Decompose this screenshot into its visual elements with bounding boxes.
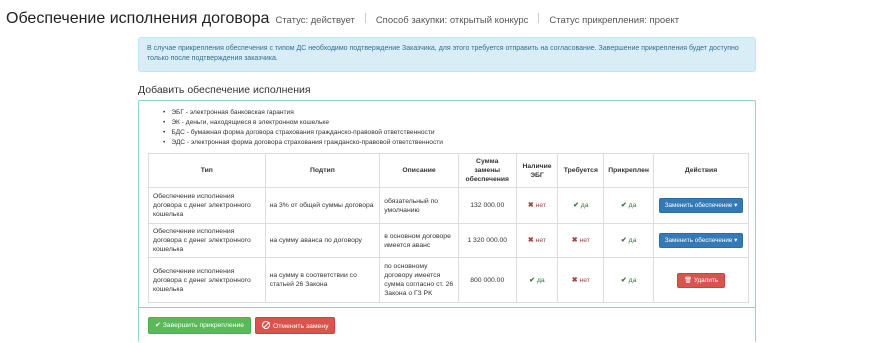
column-header-required: Требуется — [557, 153, 605, 188]
cell-attached: ✔ да — [603, 187, 655, 224]
table-row: Обеспечение исполнения договора с денег … — [148, 187, 749, 224]
replace-security-dropdown-button[interactable]: Заменить обеспечение ▾ — [658, 198, 744, 213]
table-row: Обеспечение исполнения договора с денег … — [148, 223, 749, 258]
cell-ebg: ✖ нет — [515, 187, 559, 224]
cell-type: Обеспечение исполнения договора с денег … — [148, 223, 266, 258]
column-header-amount: Сумма замены обеспечения — [457, 153, 517, 188]
cell-subtype: на сумму в соответствии со статьей 26 За… — [264, 257, 381, 303]
check-icon: ✔ — [620, 237, 627, 244]
column-header-type: Тип — [148, 153, 266, 188]
flag-label: да — [628, 276, 637, 284]
security-table: Тип Подтип Описание Сумма замены обеспеч… — [148, 153, 749, 303]
cell-ebg: ✔ да — [515, 257, 559, 303]
add-security-panel: ЭБГ - электронная банковская гарантия ЭК… — [138, 100, 756, 342]
cell-attached: ✔ да — [603, 257, 655, 303]
legend-item: ЭДС - электронная форма договора страхов… — [163, 138, 443, 148]
page-header: Обеспечение исполнения договора Статус: … — [6, 10, 679, 28]
times-icon: ✖ — [571, 276, 578, 284]
complete-attachment-button[interactable]: ✔ Завершить прикрепление — [148, 317, 252, 334]
replace-security-dropdown-button[interactable]: Заменить обеспечение ▾ — [658, 233, 744, 248]
trash-icon: 🗑 — [683, 276, 692, 284]
cell-required: ✔ да — [557, 187, 605, 224]
cell-description: обязательный по умолчанию — [379, 187, 459, 224]
cell-type: Обеспечение исполнения договора с денег … — [148, 257, 266, 303]
status-text: Статус: действует — [275, 15, 355, 26]
cell-subtype: на 3% от общей суммы договора — [264, 187, 381, 224]
cell-description: по основному договору имеется сумма согл… — [379, 257, 459, 303]
cancel-replacement-button[interactable]: Отменить замену — [255, 317, 336, 334]
cell-type: Обеспечение исполнения договора с денег … — [148, 187, 266, 224]
section-title: Добавить обеспечение исполнения — [138, 84, 311, 96]
legend-item: ЭК - деньги, находящиеся в электронном к… — [163, 118, 443, 128]
cell-subtype: на сумму аванса по договору — [264, 223, 381, 258]
cell-amount: 800 000.00 — [457, 257, 517, 303]
check-icon: ✔ — [620, 276, 627, 284]
cell-actions: Заменить обеспечение ▾ — [653, 223, 749, 258]
check-icon: ✔ — [620, 202, 627, 209]
cell-amount: 1 320 000.00 — [457, 223, 517, 258]
flag-label: нет — [535, 237, 547, 244]
info-alert: В случае прикрепления обеспечения с типо… — [138, 37, 756, 72]
check-icon: ✔ — [155, 322, 161, 329]
legend-item: БДС - бумажная форма договора страховани… — [163, 128, 443, 138]
check-icon: ✔ — [529, 276, 535, 284]
cell-description: в основном договоре имеется аванс — [379, 223, 459, 258]
cell-actions: 🗑 Удалить — [653, 257, 749, 303]
column-header-subtype: Подтип — [264, 153, 381, 188]
form-actions: ✔ Завершить прикрепление Отменить замену — [148, 317, 336, 334]
flag-label: нет — [579, 276, 590, 284]
divider — [538, 13, 540, 23]
delete-button-label: Удалить — [693, 276, 719, 284]
flag-label: да — [628, 237, 637, 244]
column-header-ebg: Наличие ЭБГ — [515, 153, 559, 188]
flag-label: да — [536, 276, 545, 284]
complete-attachment-label: Завершить прикрепление — [162, 322, 245, 329]
cell-amount: 132 000.00 — [457, 187, 517, 224]
cell-attached: ✔ да — [603, 223, 655, 258]
attachment-status-text: Статус прикрепления: проект — [549, 15, 680, 26]
flag-label: нет — [579, 237, 590, 244]
flag-label: да — [628, 202, 637, 209]
check-icon: ✔ — [573, 202, 579, 209]
purchase-method-text: Способ закупки: открытый конкурс — [375, 15, 529, 26]
column-header-description: Описание — [379, 153, 459, 188]
delete-button[interactable]: 🗑 Удалить — [676, 272, 726, 288]
column-header-actions: Действия — [653, 153, 749, 188]
cancel-replacement-label: Отменить замену — [273, 323, 329, 330]
table-row: Обеспечение исполнения договора с денег … — [148, 257, 749, 303]
divider — [364, 13, 366, 23]
legend-item: ЭБГ - электронная банковская гарантия — [163, 108, 443, 118]
legend-list: ЭБГ - электронная банковская гарантия ЭК… — [163, 108, 443, 148]
cell-ebg: ✖ нет — [515, 223, 559, 258]
table-header-row: Тип Подтип Описание Сумма замены обеспеч… — [148, 153, 749, 188]
cell-required: ✖ нет — [557, 223, 605, 258]
times-icon: ✖ — [527, 202, 534, 209]
cell-required: ✖ нет — [557, 257, 605, 303]
column-header-attached: Прикреплен — [603, 153, 655, 188]
divider — [139, 307, 755, 308]
times-icon: ✖ — [527, 237, 534, 244]
cell-actions: Заменить обеспечение ▾ — [653, 187, 749, 224]
flag-label: да — [580, 202, 589, 209]
page-title: Обеспечение исполнения договора — [6, 10, 270, 27]
flag-label: нет — [535, 202, 547, 209]
times-icon: ✖ — [571, 237, 578, 244]
ban-icon — [262, 321, 271, 329]
